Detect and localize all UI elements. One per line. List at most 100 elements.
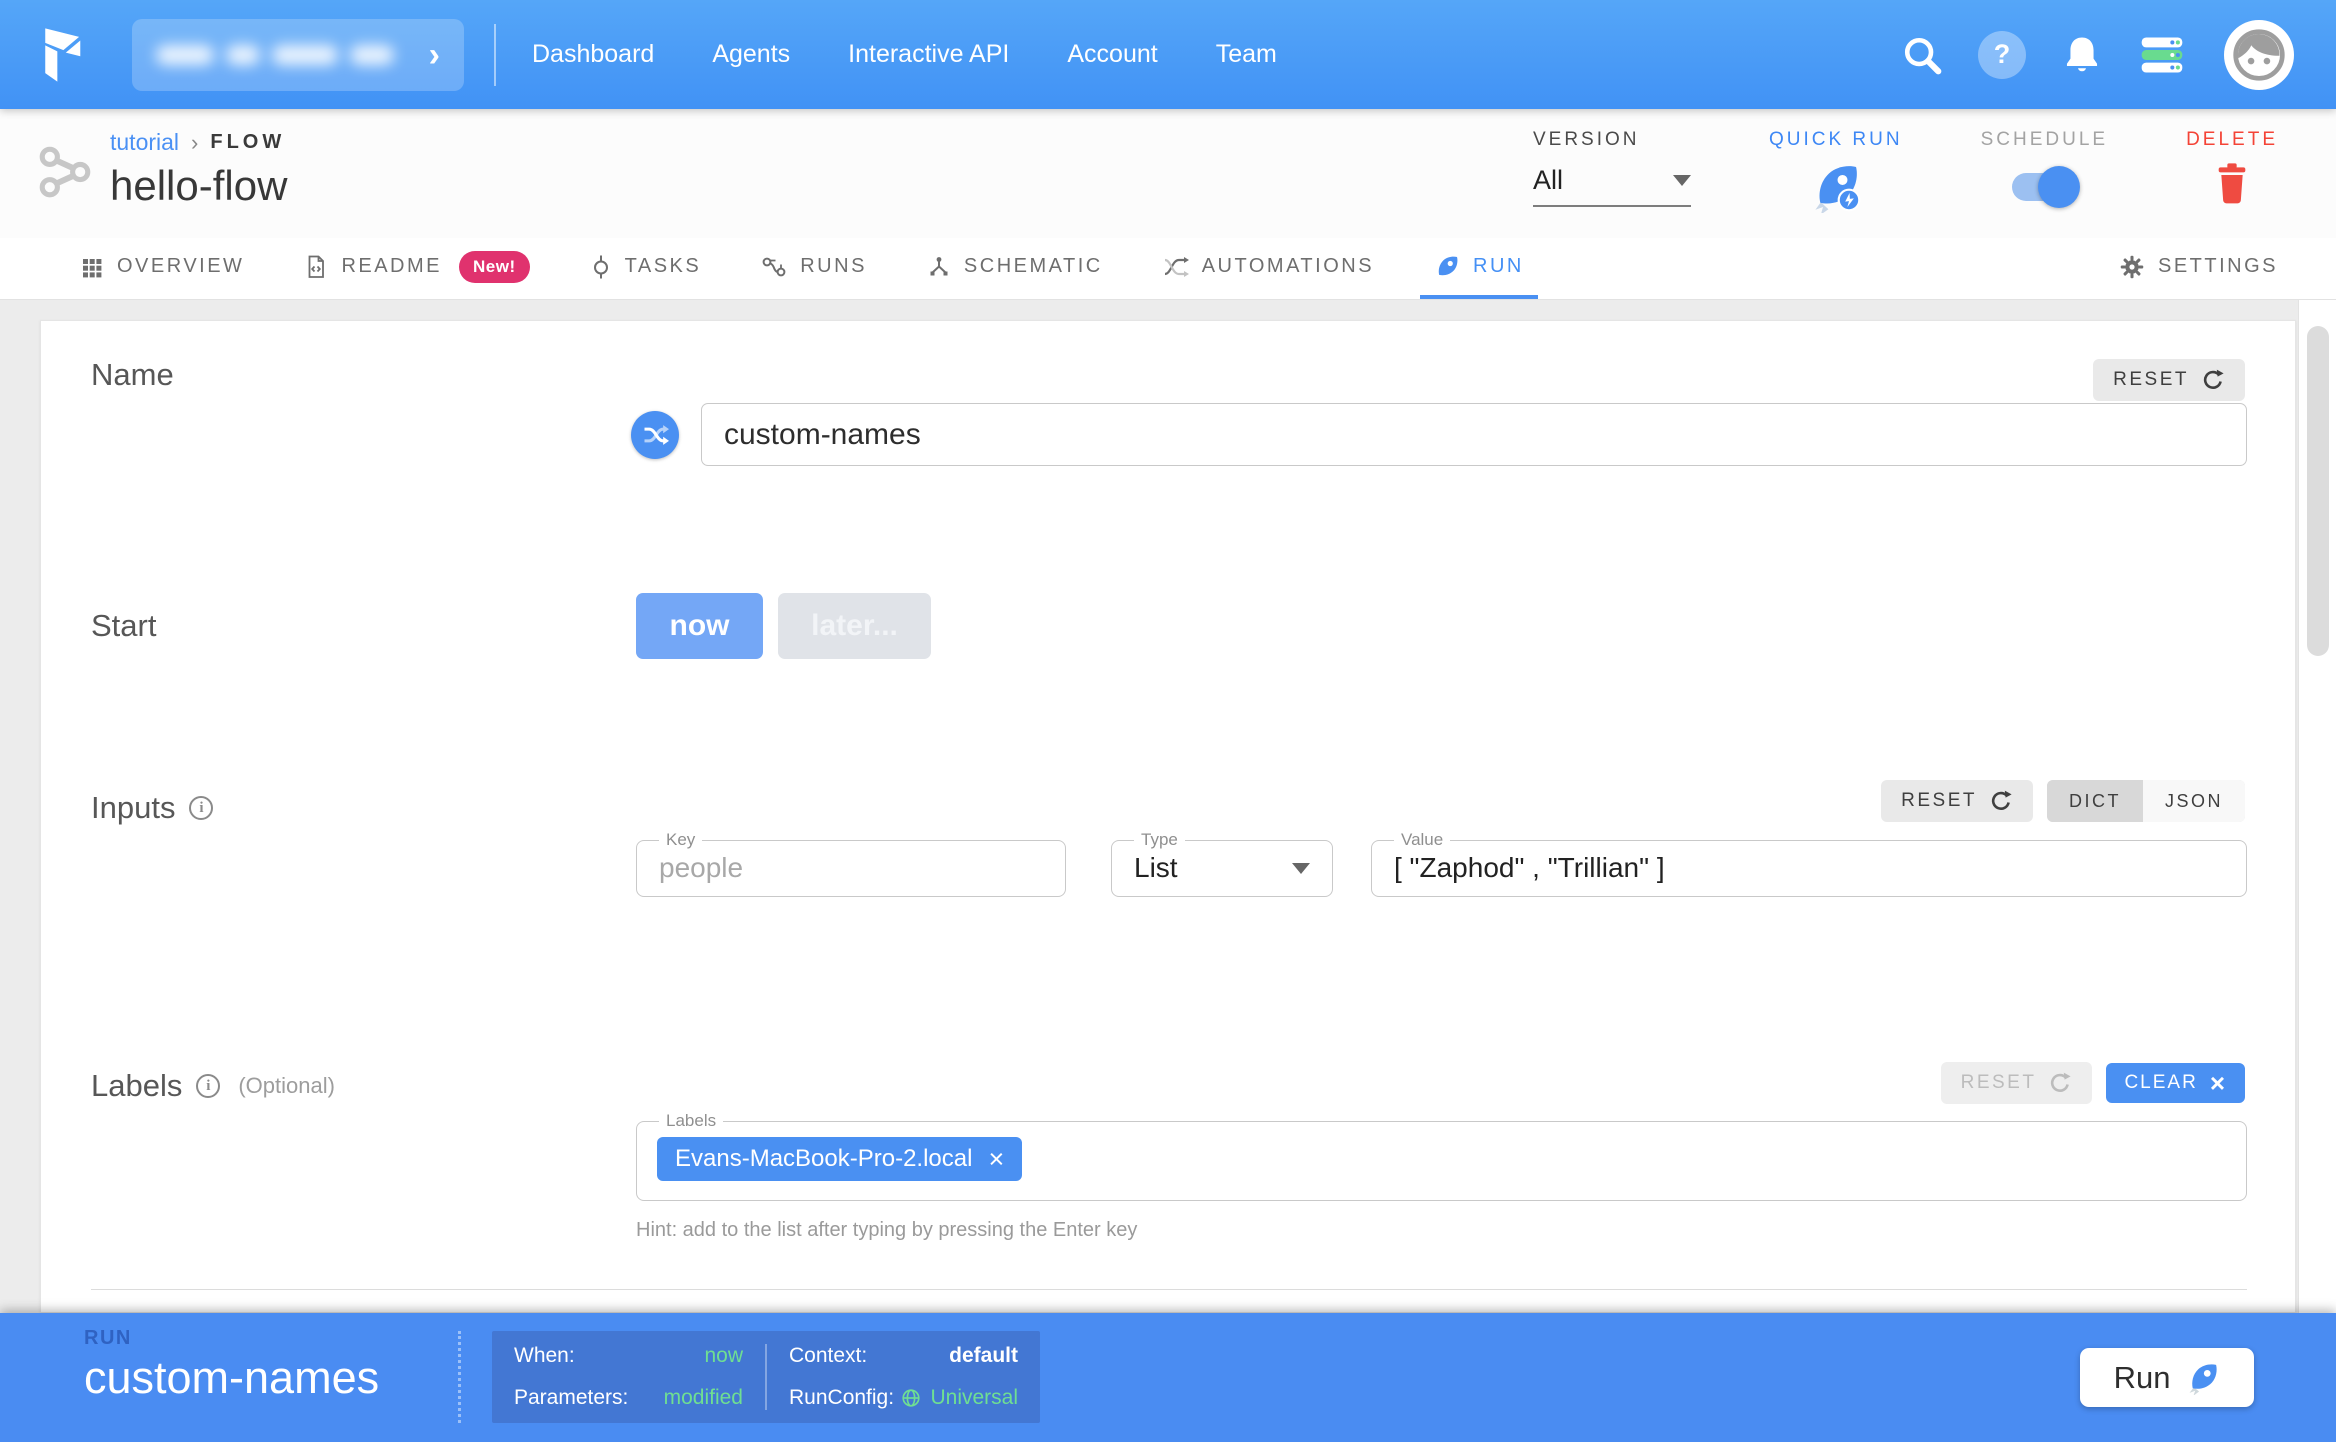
tab-readme[interactable]: README New! — [290, 238, 543, 299]
name-reset-button[interactable]: RESET — [2093, 359, 2245, 401]
key-input[interactable] — [651, 850, 1051, 890]
breadcrumb-project-link[interactable]: tutorial — [110, 129, 179, 156]
labels-reset-button[interactable]: RESET — [1941, 1062, 2093, 1104]
document-icon — [304, 254, 328, 280]
version-group: VERSION All — [1533, 129, 1691, 207]
nav-item-team[interactable]: Team — [1216, 40, 1277, 69]
delete-trash-icon[interactable] — [2212, 161, 2252, 210]
tab-runs[interactable]: RUNS — [747, 238, 881, 299]
json-mode-button[interactable]: JSON — [2143, 780, 2245, 822]
input-type-field[interactable]: Type List — [1111, 830, 1333, 897]
task-node-icon — [590, 254, 612, 280]
refresh-icon — [1989, 789, 2013, 813]
inputs-reset-button[interactable]: RESET — [1881, 780, 2033, 822]
services-stack-icon[interactable] — [2138, 31, 2186, 79]
settings-label: SETTINGS — [2158, 255, 2278, 278]
reset-label: RESET — [1961, 1072, 2037, 1094]
prefect-logo[interactable] — [40, 26, 94, 84]
rocket-icon — [2186, 1361, 2220, 1395]
info-icon[interactable]: i — [196, 1074, 220, 1098]
tab-automations[interactable]: AUTOMATIONS — [1149, 238, 1388, 299]
reset-label: RESET — [2113, 369, 2189, 391]
page-title: hello-flow — [110, 162, 287, 210]
version-select[interactable]: All — [1533, 165, 1691, 207]
gear-icon — [2119, 254, 2145, 280]
parameters-value: modified — [664, 1386, 743, 1410]
labels-clear-button[interactable]: CLEAR × — [2106, 1063, 2245, 1103]
schedule-label: SCHEDULE — [1981, 129, 2108, 151]
version-label: VERSION — [1533, 129, 1640, 151]
labels-field-label: Labels — [659, 1111, 723, 1131]
schedule-toggle-knob — [2038, 166, 2080, 208]
label-chip-text: Evans-MacBook-Pro-2.local — [675, 1145, 972, 1173]
run-name-input[interactable] — [701, 403, 2247, 466]
type-value: List — [1134, 852, 1178, 884]
chevron-down-icon — [1673, 175, 1691, 186]
breadcrumb-current: FLOW — [210, 131, 285, 154]
labels-actions: RESET CLEAR × — [1941, 1062, 2245, 1104]
start-later-button[interactable]: later... — [778, 593, 931, 659]
start-section-label: Start — [91, 608, 156, 644]
schedule-toggle[interactable] — [2012, 173, 2076, 201]
tab-label: SCHEMATIC — [964, 255, 1103, 278]
tab-label: OVERVIEW — [117, 255, 244, 278]
nav-item-interactive-api[interactable]: Interactive API — [848, 40, 1009, 69]
search-icon[interactable] — [1898, 31, 1946, 79]
project-selector[interactable]: › — [132, 19, 464, 91]
tab-label: TASKS — [625, 255, 702, 278]
shuffle-icon — [641, 421, 669, 449]
flow-icon — [38, 141, 92, 203]
tab-schematic[interactable]: SCHEMATIC — [913, 238, 1117, 299]
remove-label-icon[interactable]: × — [988, 1146, 1004, 1173]
tab-settings[interactable]: SETTINGS — [2105, 238, 2292, 299]
labels-section-label: Labels i (Optional) — [91, 1068, 335, 1104]
randomize-name-button[interactable] — [631, 411, 679, 459]
value-input[interactable] — [1386, 850, 2232, 890]
footer-run-eyebrow: RUN — [84, 1327, 379, 1350]
labels-hint: Hint: add to the list after typing by pr… — [636, 1219, 1137, 1242]
help-icon[interactable]: ? — [1978, 31, 2026, 79]
page-header: tutorial › FLOW hello-flow VERSION All Q… — [0, 109, 2336, 238]
run-button[interactable]: Run — [2080, 1348, 2254, 1407]
start-now-button[interactable]: now — [636, 593, 763, 659]
labels-field[interactable]: Labels Evans-MacBook-Pro-2.local × — [636, 1111, 2247, 1201]
close-icon: × — [2210, 1070, 2227, 1096]
input-value-field: Value — [1371, 830, 2247, 897]
tab-label: RUNS — [800, 255, 867, 278]
runconfig-value: Universal — [900, 1386, 1018, 1410]
section-divider — [91, 1289, 2247, 1290]
footer-run-name: custom-names — [84, 1352, 379, 1404]
nav-item-agents[interactable]: Agents — [712, 40, 790, 69]
new-badge: New! — [459, 251, 530, 283]
schedule-group: SCHEDULE — [1981, 129, 2108, 201]
dict-mode-button[interactable]: DICT — [2047, 780, 2143, 822]
parameters-label: Parameters: — [514, 1386, 628, 1410]
breadcrumb-separator: › — [191, 130, 198, 156]
context-value: default — [949, 1344, 1018, 1368]
inputs-mode-toggle: DICT JSON — [2047, 780, 2245, 822]
rocket-icon — [1434, 254, 1460, 280]
scrollbar-thumb[interactable] — [2307, 326, 2329, 656]
tab-label: AUTOMATIONS — [1202, 255, 1374, 278]
nav-item-account[interactable]: Account — [1067, 40, 1157, 69]
topnav-divider — [494, 24, 496, 86]
schematic-icon — [927, 255, 951, 279]
user-avatar[interactable] — [2224, 20, 2294, 90]
info-icon[interactable]: i — [189, 796, 213, 820]
project-name-redacted — [156, 45, 394, 65]
when-label: When: — [514, 1344, 575, 1368]
when-value: now — [704, 1344, 743, 1368]
notifications-bell-icon[interactable] — [2058, 31, 2106, 79]
tab-run[interactable]: RUN — [1420, 238, 1538, 299]
tab-overview[interactable]: OVERVIEW — [66, 238, 258, 299]
nav-item-dashboard[interactable]: Dashboard — [532, 40, 654, 69]
key-field-label: Key — [659, 830, 702, 850]
delete-label: DELETE — [2186, 129, 2278, 151]
tab-tasks[interactable]: TASKS — [576, 238, 716, 299]
start-buttons: now later... — [636, 593, 931, 659]
quick-run-rocket-icon[interactable] — [1810, 161, 1862, 218]
globe-icon — [900, 1387, 922, 1409]
inputs-section-label: Inputs i — [91, 790, 213, 826]
context-label: Context: — [789, 1344, 867, 1368]
scrollbar[interactable] — [2298, 300, 2336, 1313]
